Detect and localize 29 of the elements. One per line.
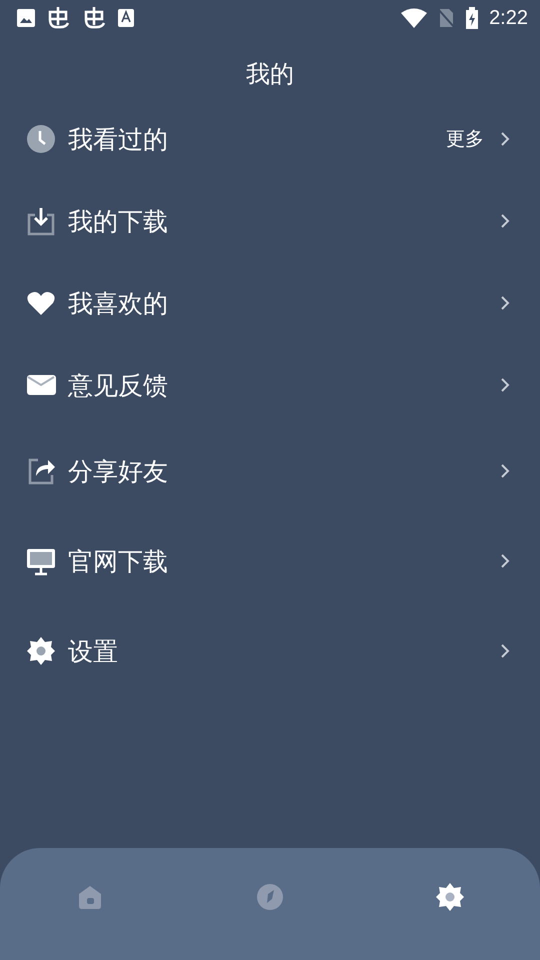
status-time: 2:22 [489, 6, 528, 30]
image-icon [16, 8, 36, 28]
chevron-right-icon [500, 131, 510, 147]
clock-icon [26, 124, 56, 154]
chevron-right-icon [500, 553, 510, 569]
chevron-right-icon [500, 295, 510, 311]
download-icon [26, 206, 56, 236]
more-link[interactable]: 更多 [446, 126, 484, 152]
chevron-right-icon [500, 643, 510, 659]
font-icon [118, 9, 134, 27]
wifi-icon [401, 8, 428, 28]
menu-item[interactable]: 我看过的 更多 [0, 98, 540, 180]
menu-item[interactable]: 官网下载 [0, 516, 540, 606]
gear-icon [435, 882, 465, 912]
menu-item[interactable]: 设置 [0, 606, 540, 696]
menu-item[interactable]: 分享好友 [0, 426, 540, 516]
gear-icon [26, 636, 56, 666]
battery-charging-icon [465, 7, 480, 29]
chevron-right-icon [500, 213, 510, 229]
menu-item[interactable]: 意见反馈 [0, 344, 540, 426]
menu-item[interactable]: 我的下载 [0, 180, 540, 262]
menu-item[interactable]: 我喜欢的 [0, 262, 540, 344]
chevron-right-icon [500, 463, 510, 479]
monitor-icon [26, 546, 56, 576]
chevron-right-icon [500, 377, 510, 393]
no-sim-icon [437, 8, 456, 28]
page-title: 我的 [245, 59, 295, 90]
compass-icon [255, 882, 285, 912]
share-icon [26, 456, 56, 486]
